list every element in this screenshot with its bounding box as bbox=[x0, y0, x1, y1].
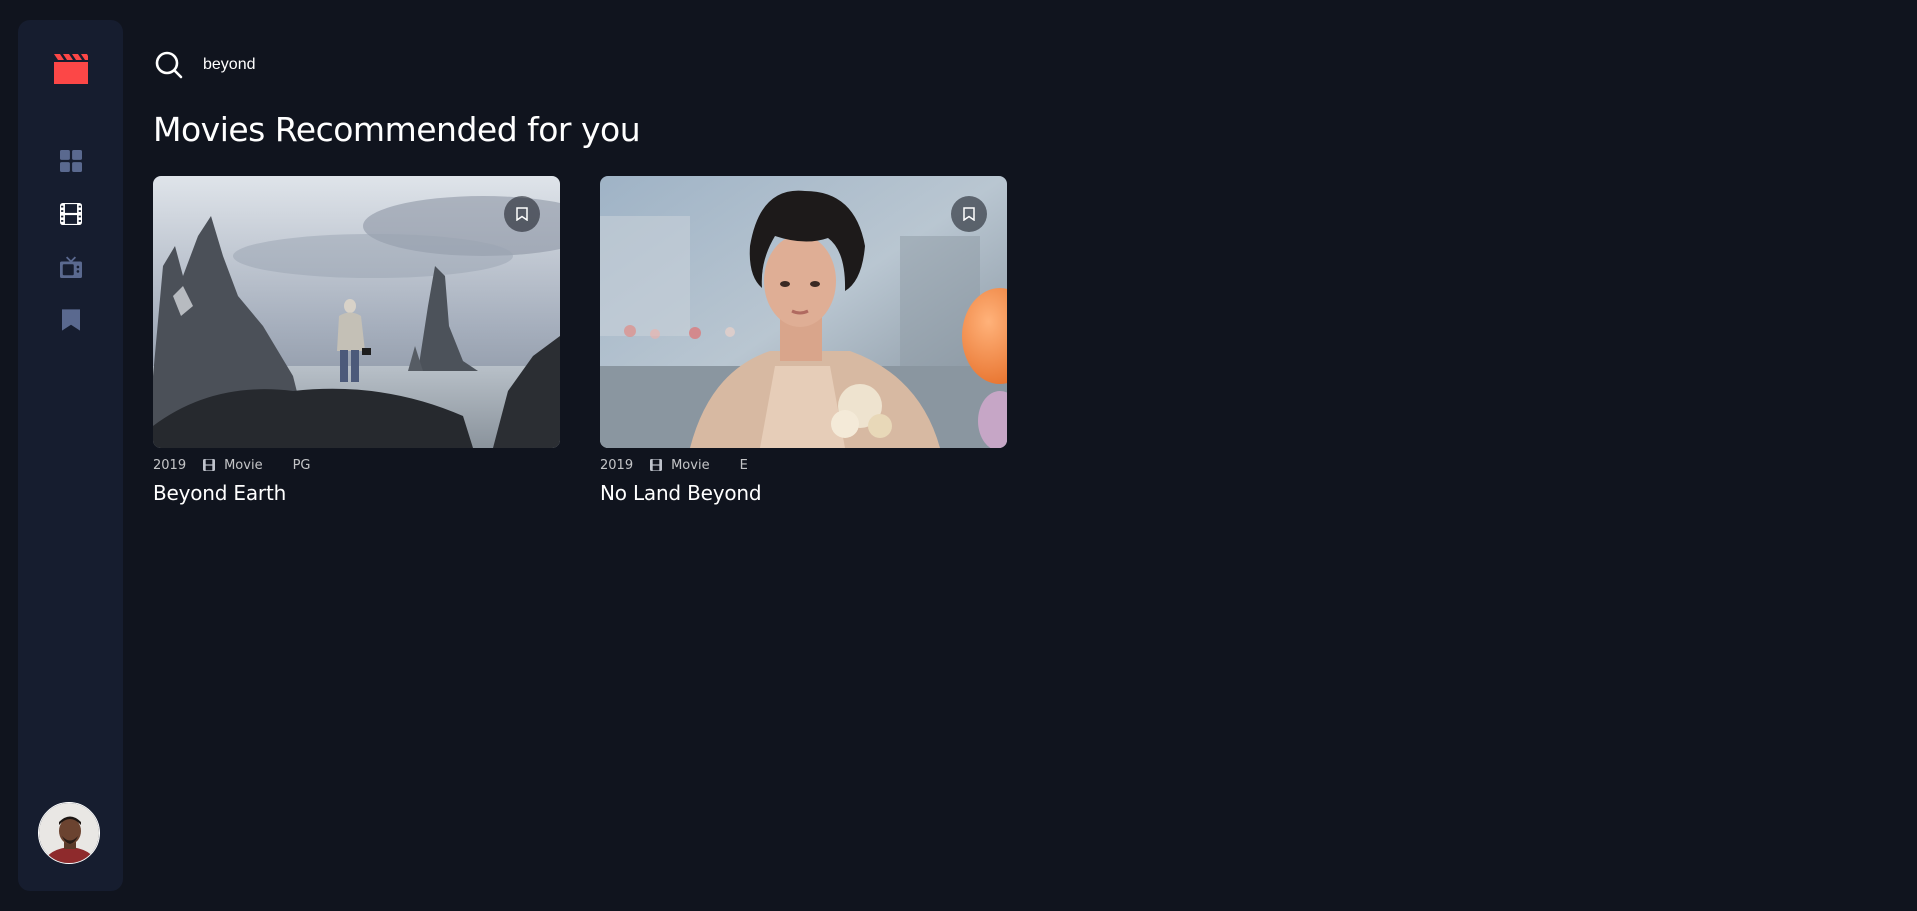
movie-thumbnail[interactable] bbox=[153, 176, 560, 448]
page-title: Movies Recommended for you bbox=[153, 110, 641, 149]
movie-title[interactable]: Beyond Earth bbox=[153, 481, 560, 505]
search-icon bbox=[155, 51, 183, 79]
movie-meta: 2019 Movie PG bbox=[153, 457, 560, 473]
movie-year: 2019 bbox=[153, 457, 187, 473]
nav-bookmarks[interactable] bbox=[58, 307, 84, 333]
bookmark-icon bbox=[62, 309, 80, 331]
film-icon bbox=[60, 203, 82, 225]
movie-rating: PG bbox=[292, 457, 311, 473]
search-bar bbox=[153, 48, 753, 82]
grid-icon bbox=[60, 150, 82, 172]
user-avatar[interactable] bbox=[38, 802, 100, 864]
bookmark-button[interactable] bbox=[504, 196, 540, 232]
sidebar bbox=[18, 20, 123, 891]
film-icon bbox=[203, 459, 216, 471]
thumbnail-image bbox=[153, 176, 560, 448]
nav-home[interactable] bbox=[58, 148, 84, 174]
bookmark-empty-icon bbox=[516, 207, 528, 221]
movie-thumbnail[interactable] bbox=[600, 176, 1007, 448]
nav-movies[interactable] bbox=[58, 201, 84, 227]
movie-category: Movie bbox=[671, 457, 710, 473]
movie-meta: 2019 Movie E bbox=[600, 457, 1007, 473]
movie-rating: E bbox=[739, 457, 748, 473]
tv-icon bbox=[60, 256, 82, 278]
movie-card: 2019 Movie E No Land Beyond bbox=[600, 176, 1007, 505]
film-icon bbox=[650, 459, 663, 471]
movie-title[interactable]: No Land Beyond bbox=[600, 481, 1007, 505]
bookmark-button[interactable] bbox=[951, 196, 987, 232]
bookmark-empty-icon bbox=[963, 207, 975, 221]
nav-tv-series[interactable] bbox=[58, 254, 84, 280]
movie-category: Movie bbox=[224, 457, 263, 473]
thumbnail-image bbox=[600, 176, 1007, 448]
movie-year: 2019 bbox=[600, 457, 634, 473]
movie-card: 2019 Movie PG Beyond Earth bbox=[153, 176, 560, 505]
film-clapper-icon[interactable] bbox=[54, 54, 88, 84]
search-input[interactable] bbox=[201, 55, 705, 75]
